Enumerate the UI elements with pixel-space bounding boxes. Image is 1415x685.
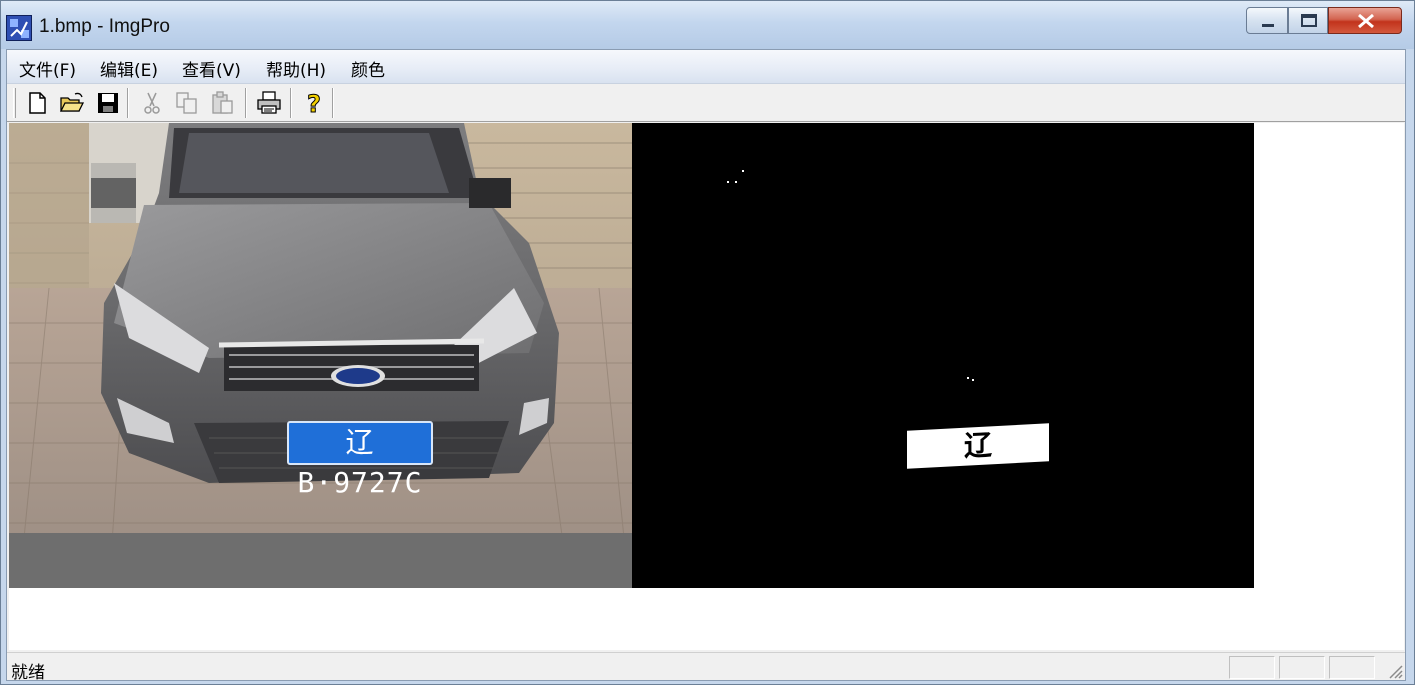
status-pane [1279, 656, 1325, 679]
new-file-icon [29, 92, 46, 114]
copy-button[interactable] [173, 89, 201, 117]
original-car-image: 辽B·9727C [9, 123, 632, 588]
toolbar-separator [127, 88, 129, 118]
close-icon [1358, 13, 1374, 29]
app-window: 1.bmp - ImgPro 文件(F) 编辑(E) 查看(V) 帮助(H) 颜… [0, 0, 1415, 685]
paste-icon [212, 91, 233, 114]
car-photo [9, 123, 632, 588]
paste-button[interactable] [209, 89, 237, 117]
about-button[interactable]: ? [300, 89, 328, 118]
close-button[interactable] [1328, 7, 1402, 34]
resize-grip-icon[interactable] [1387, 663, 1403, 679]
status-text: 就绪 [11, 663, 45, 683]
license-plate-binarized: 辽B·9727C [907, 423, 1049, 503]
maximize-icon [1301, 14, 1317, 27]
image-view[interactable]: 辽B·9727C 辽B·9727C [9, 123, 1404, 650]
toolbar-grip[interactable] [13, 88, 16, 118]
noise-speck [972, 379, 974, 381]
print-button[interactable] [255, 89, 283, 117]
menu-file[interactable]: 文件(F) [17, 56, 78, 81]
print-icon [257, 91, 281, 114]
title-bar[interactable]: 1.bmp - ImgPro [1, 1, 1414, 49]
cut-button[interactable] [138, 89, 166, 117]
menu-bar: 文件(F) 编辑(E) 查看(V) 帮助(H) 颜色 [7, 50, 1405, 84]
menu-color[interactable]: 颜色 [349, 56, 387, 81]
noise-speck [735, 181, 737, 183]
copy-icon [176, 92, 197, 114]
status-pane [1329, 656, 1375, 679]
toolbar-separator [290, 88, 292, 118]
menu-edit[interactable]: 编辑(E) [98, 56, 160, 81]
noise-speck [967, 377, 969, 379]
window-title: 1.bmp - ImgPro [39, 16, 170, 37]
new-button[interactable] [23, 89, 51, 117]
client-area: 文件(F) 编辑(E) 查看(V) 帮助(H) 颜色 ? 辽B·9727C 辽B… [6, 49, 1406, 683]
toolbar-separator [332, 88, 334, 118]
open-folder-icon [59, 92, 85, 112]
toolbar-separator [245, 88, 247, 118]
cut-icon [144, 92, 160, 114]
toolbar: ? [7, 84, 1405, 122]
svg-text:?: ? [307, 90, 321, 117]
noise-speck [727, 181, 729, 183]
help-icon: ? [307, 90, 322, 118]
open-button[interactable] [58, 89, 86, 117]
maximize-button[interactable] [1288, 7, 1328, 34]
minimize-button[interactable] [1246, 7, 1288, 34]
imgpro-app-icon[interactable] [6, 15, 32, 41]
save-disk-icon [98, 93, 118, 113]
menu-help[interactable]: 帮助(H) [264, 56, 328, 81]
noise-speck [742, 170, 744, 172]
status-pane [1229, 656, 1275, 679]
minimize-icon [1262, 24, 1274, 27]
license-plate-original: 辽B·9727C [287, 421, 433, 499]
status-bar: 就绪 [7, 652, 1405, 683]
menu-view[interactable]: 查看(V) [180, 56, 243, 81]
binarized-image: 辽B·9727C [632, 123, 1254, 588]
save-button[interactable] [94, 89, 122, 117]
